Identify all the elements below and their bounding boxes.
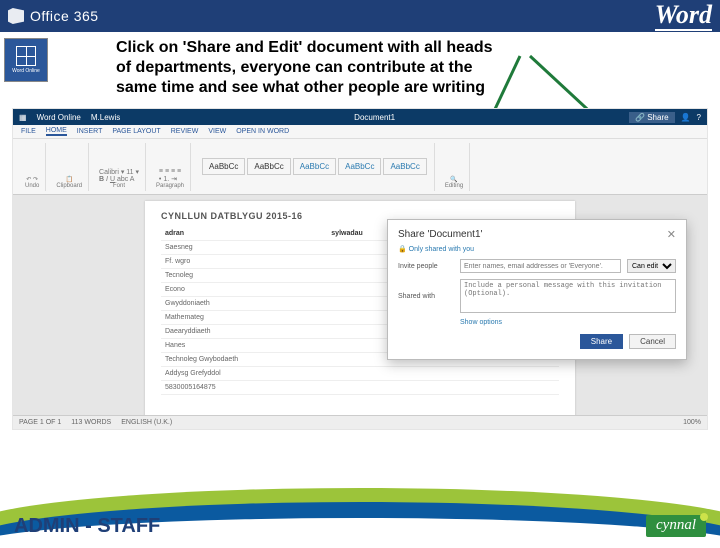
status-zoom: 100% bbox=[683, 419, 701, 426]
instruction-text: Click on 'Share and Edit' document with … bbox=[66, 38, 496, 98]
tab-review[interactable]: REVIEW bbox=[171, 128, 199, 135]
statusbar: PAGE 1 OF 1 113 WORDS ENGLISH (U.K.) 100… bbox=[13, 415, 707, 429]
share-button[interactable]: 🔗 Share bbox=[629, 112, 675, 123]
word-online-tile: Word Online bbox=[4, 38, 48, 82]
footer-label: ADMIN - STAFF bbox=[14, 515, 160, 538]
instruction-row: Word Online Click on 'Share and Edit' do… bbox=[0, 32, 720, 106]
wordonline-titlebar: ▦ Word Online M.Lewis Document1 🔗 Share … bbox=[13, 109, 707, 125]
word-tile-caption: Word Online bbox=[12, 68, 40, 74]
ribbon-group-editing[interactable]: 🔍Editing bbox=[439, 143, 470, 191]
slide-title: Word bbox=[655, 2, 712, 31]
close-icon[interactable]: ✕ bbox=[667, 228, 676, 241]
ribbon-group-clipboard[interactable]: 📋Clipboard bbox=[50, 143, 89, 191]
user-name: M.Lewis bbox=[91, 113, 120, 122]
invite-message-input[interactable] bbox=[460, 279, 676, 313]
style-heading1: AaBbCc bbox=[293, 158, 336, 175]
word-online-screenshot: ▦ Word Online M.Lewis Document1 🔗 Share … bbox=[12, 108, 708, 430]
tab-file[interactable]: FILE bbox=[21, 128, 36, 135]
share-dialog: Share 'Document1' ✕ 🔒 Only shared with y… bbox=[387, 219, 687, 360]
suite-name: Office 365 bbox=[30, 8, 99, 24]
app-name: Word Online bbox=[37, 113, 81, 122]
ribbon-tabs: FILE HOME INSERT PAGE LAYOUT REVIEW VIEW… bbox=[13, 125, 707, 139]
shared-with-label: Shared with bbox=[398, 293, 454, 300]
grid-icon[interactable]: ▦ bbox=[19, 113, 27, 122]
office-icon bbox=[8, 8, 24, 24]
table-row: Addysg Grefyddol bbox=[161, 367, 559, 381]
status-words: 113 WORDS bbox=[71, 419, 111, 426]
cynnal-logo: cynnal bbox=[646, 515, 706, 537]
tab-openinword[interactable]: OPEN IN WORD bbox=[236, 128, 289, 135]
tab-home[interactable]: HOME bbox=[46, 127, 67, 136]
word-icon bbox=[16, 46, 36, 66]
help-button[interactable]: ? bbox=[697, 113, 701, 122]
cancel-button[interactable]: Cancel bbox=[629, 334, 676, 349]
style-heading2: AaBbCc bbox=[338, 158, 381, 175]
status-lang: ENGLISH (U.K.) bbox=[121, 419, 172, 426]
tab-pagelayout[interactable]: PAGE LAYOUT bbox=[112, 128, 160, 135]
ribbon-group-undo[interactable]: ↶ ↷Undo bbox=[19, 143, 46, 191]
style-normal: AaBbCc bbox=[202, 158, 245, 175]
slide-footer: ADMIN - STAFF cynnal bbox=[0, 478, 720, 540]
tab-insert[interactable]: INSERT bbox=[77, 128, 103, 135]
show-options-link[interactable]: Show options bbox=[460, 319, 676, 326]
status-page: PAGE 1 OF 1 bbox=[19, 419, 61, 426]
ribbon: ↶ ↷Undo 📋Clipboard Calibri ▾ 11 ▾B I U a… bbox=[13, 139, 707, 195]
share-scope: 🔒 Only shared with you bbox=[398, 245, 676, 253]
share-confirm-button[interactable]: Share bbox=[580, 334, 623, 349]
suite-header: Office 365 Word bbox=[0, 0, 720, 32]
ribbon-group-paragraph[interactable]: ≡ ≡ ≡ ≡• 1. ⇥Paragraph bbox=[150, 143, 191, 191]
style-nospacing: AaBbCc bbox=[247, 158, 290, 175]
invite-people-input[interactable] bbox=[460, 259, 621, 273]
style-heading3: AaBbCc bbox=[383, 158, 426, 175]
office365-logo: Office 365 bbox=[8, 8, 99, 24]
tab-view[interactable]: VIEW bbox=[208, 128, 226, 135]
invite-label: Invite people bbox=[398, 263, 454, 270]
ribbon-group-styles[interactable]: AaBbCc AaBbCc AaBbCc AaBbCc AaBbCc bbox=[195, 143, 435, 191]
table-row: 5830005164875 bbox=[161, 381, 559, 395]
user-avatar-icon[interactable]: 👤 bbox=[681, 113, 691, 122]
document-title: Document1 bbox=[354, 113, 395, 122]
permission-select[interactable]: Can edit bbox=[627, 259, 676, 273]
share-dialog-title: Share 'Document1' bbox=[398, 229, 482, 240]
ribbon-group-font[interactable]: Calibri ▾ 11 ▾B I U abc AFont bbox=[93, 143, 146, 191]
